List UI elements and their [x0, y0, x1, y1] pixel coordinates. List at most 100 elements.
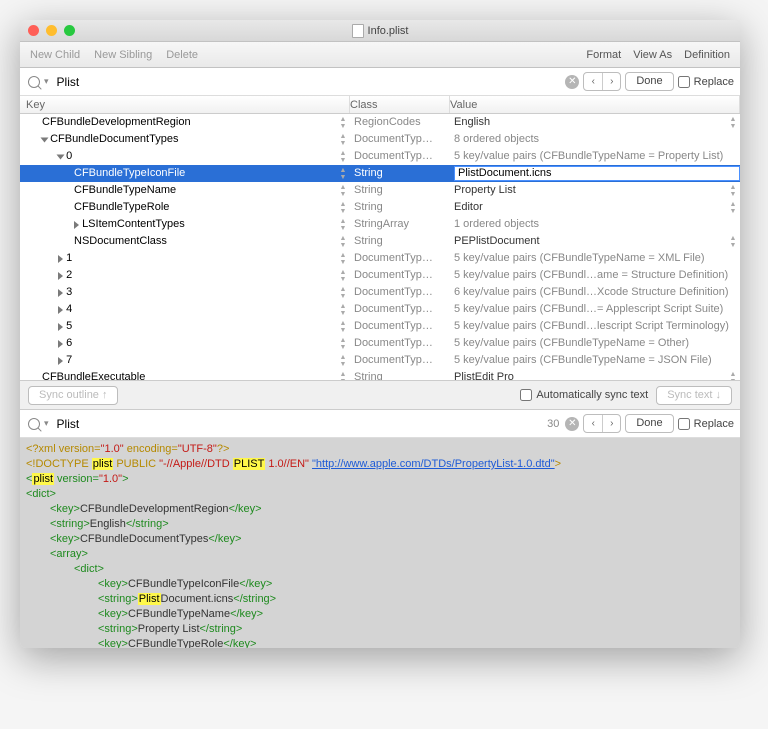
disclosure-triangle-icon[interactable] — [58, 340, 63, 348]
format-button[interactable]: Format — [586, 49, 621, 61]
clear-search-icon[interactable]: ✕ — [565, 75, 579, 89]
table-row[interactable]: CFBundleDevelopmentRegion▲▼RegionCodesEn… — [20, 114, 740, 131]
table-row[interactable]: 2▲▼DocumentTyp…5 key/value pairs (CFBund… — [20, 267, 740, 284]
table-row[interactable]: 1▲▼DocumentTyp…5 key/value pairs (CFBund… — [20, 250, 740, 267]
document-icon — [352, 24, 364, 38]
table-row[interactable]: CFBundleExecutable▲▼StringPlistEdit Pro▲… — [20, 369, 740, 380]
row-value[interactable]: Editor▲▼ — [450, 199, 740, 216]
row-value[interactable]: PlistDocument.icns — [450, 165, 740, 182]
row-value[interactable]: Property List▲▼ — [450, 182, 740, 199]
table-row[interactable]: CFBundleDocumentTypes▲▼DocumentTyp…8 ord… — [20, 131, 740, 148]
table-row[interactable]: 0▲▼DocumentTyp…5 key/value pairs (CFBund… — [20, 148, 740, 165]
sync-text-button[interactable]: Sync text ↓ — [656, 386, 732, 405]
table-row[interactable]: 5▲▼DocumentTyp…5 key/value pairs (CFBund… — [20, 318, 740, 335]
titlebar[interactable]: Info.plist — [20, 20, 740, 42]
view-as-button[interactable]: View As — [633, 49, 672, 61]
row-value[interactable]: PEPlistDocument▲▼ — [450, 233, 740, 250]
row-value[interactable]: 5 key/value pairs (CFBundl…lescript Scri… — [450, 318, 740, 335]
row-key: 7 — [66, 352, 72, 369]
disclosure-triangle-icon[interactable] — [41, 137, 49, 142]
row-value[interactable]: 5 key/value pairs (CFBundl…ame = Structu… — [450, 267, 740, 284]
table-row[interactable]: NSDocumentClass▲▼StringPEPlistDocument▲▼ — [20, 233, 740, 250]
disclosure-triangle-icon[interactable] — [58, 306, 63, 314]
row-value[interactable]: 5 key/value pairs (CFBundleTypeName = JS… — [450, 352, 740, 369]
type-stepper-icon[interactable]: ▲▼ — [338, 269, 348, 283]
type-stepper-icon[interactable]: ▲▼ — [338, 286, 348, 300]
value-stepper-icon[interactable]: ▲▼ — [728, 235, 738, 249]
search-input[interactable] — [55, 73, 562, 91]
outline-view[interactable]: CFBundleDevelopmentRegion▲▼RegionCodesEn… — [20, 114, 740, 380]
type-stepper-icon[interactable]: ▲▼ — [338, 167, 348, 181]
sync-outline-button[interactable]: Sync outline ↑ — [28, 386, 118, 405]
replace-checkbox[interactable]: Replace — [678, 76, 734, 88]
auto-sync-checkbox[interactable]: Automatically sync text — [520, 389, 648, 401]
type-stepper-icon[interactable]: ▲▼ — [338, 337, 348, 351]
table-row[interactable]: 4▲▼DocumentTyp…5 key/value pairs (CFBund… — [20, 301, 740, 318]
table-row[interactable]: LSItemContentTypes▲▼StringArray1 ordered… — [20, 216, 740, 233]
row-value[interactable]: 5 key/value pairs (CFBundl…= Applescript… — [450, 301, 740, 318]
type-stepper-icon[interactable]: ▲▼ — [338, 235, 348, 249]
next-result-button[interactable]: › — [602, 73, 620, 90]
prev-result-button[interactable]: ‹ — [584, 73, 602, 90]
row-value[interactable]: 6 key/value pairs (CFBundl…Xcode Structu… — [450, 284, 740, 301]
type-stepper-icon[interactable]: ▲▼ — [338, 320, 348, 334]
row-class: String — [350, 165, 450, 182]
delete-button[interactable]: Delete — [166, 49, 198, 61]
search-menu-chevron-icon[interactable]: ▾ — [44, 418, 49, 429]
type-stepper-icon[interactable]: ▲▼ — [338, 116, 348, 130]
table-row[interactable]: 7▲▼DocumentTyp…5 key/value pairs (CFBund… — [20, 352, 740, 369]
type-stepper-icon[interactable]: ▲▼ — [338, 371, 348, 381]
value-stepper-icon[interactable]: ▲▼ — [728, 184, 738, 198]
disclosure-triangle-icon[interactable] — [58, 289, 63, 297]
search-bar-bottom: ▾ 30 ✕ ‹ › Done Replace — [20, 410, 740, 438]
disclosure-triangle-icon[interactable] — [58, 272, 63, 280]
type-stepper-icon[interactable]: ▲▼ — [338, 354, 348, 368]
disclosure-triangle-icon[interactable] — [58, 255, 63, 263]
disclosure-triangle-icon[interactable] — [74, 221, 79, 229]
table-row[interactable]: CFBundleTypeName▲▼StringProperty List▲▼ — [20, 182, 740, 199]
row-value[interactable]: English▲▼ — [450, 114, 740, 131]
replace-checkbox[interactable]: Replace — [678, 418, 734, 430]
type-stepper-icon[interactable]: ▲▼ — [338, 150, 348, 164]
value-stepper-icon[interactable]: ▲▼ — [728, 201, 738, 215]
table-row[interactable]: 3▲▼DocumentTyp…6 key/value pairs (CFBund… — [20, 284, 740, 301]
type-stepper-icon[interactable]: ▲▼ — [338, 201, 348, 215]
type-stepper-icon[interactable]: ▲▼ — [338, 184, 348, 198]
disclosure-triangle-icon[interactable] — [58, 323, 63, 331]
row-value[interactable]: 5 key/value pairs (CFBundleTypeName = Ot… — [450, 335, 740, 352]
type-stepper-icon[interactable]: ▲▼ — [338, 303, 348, 317]
xml-editor[interactable]: <?xml version="1.0" encoding="UTF-8"?> <… — [20, 438, 740, 648]
done-button[interactable]: Done — [625, 72, 673, 91]
type-stepper-icon[interactable]: ▲▼ — [338, 133, 348, 147]
row-value[interactable]: 5 key/value pairs (CFBundleTypeName = XM… — [450, 250, 740, 267]
definition-button[interactable]: Definition — [684, 49, 730, 61]
toolbar: New Child New Sibling Delete Format View… — [20, 42, 740, 68]
value-stepper-icon[interactable]: ▲▼ — [728, 371, 738, 381]
col-key[interactable]: Key — [20, 96, 350, 113]
disclosure-triangle-icon[interactable] — [57, 154, 65, 159]
col-class[interactable]: Class — [350, 96, 450, 113]
row-value[interactable]: PlistEdit Pro▲▼ — [450, 369, 740, 380]
row-value[interactable]: 5 key/value pairs (CFBundleTypeName = Pr… — [450, 148, 740, 165]
row-class: StringArray — [350, 216, 450, 233]
search-input-bottom[interactable] — [55, 415, 544, 433]
new-sibling-button[interactable]: New Sibling — [94, 49, 152, 61]
row-key: NSDocumentClass — [74, 233, 167, 250]
clear-search-icon[interactable]: ✕ — [565, 417, 579, 431]
table-row[interactable]: 6▲▼DocumentTyp…5 key/value pairs (CFBund… — [20, 335, 740, 352]
type-stepper-icon[interactable]: ▲▼ — [338, 218, 348, 232]
table-row[interactable]: CFBundleTypeRole▲▼StringEditor▲▼ — [20, 199, 740, 216]
table-row[interactable]: CFBundleTypeIconFile▲▼StringPlistDocumen… — [20, 165, 740, 182]
disclosure-triangle-icon[interactable] — [58, 357, 63, 365]
value-stepper-icon[interactable]: ▲▼ — [728, 116, 738, 130]
type-stepper-icon[interactable]: ▲▼ — [338, 252, 348, 266]
new-child-button[interactable]: New Child — [30, 49, 80, 61]
row-class: String — [350, 233, 450, 250]
done-button[interactable]: Done — [625, 414, 673, 433]
col-value[interactable]: Value — [450, 96, 740, 113]
next-result-button[interactable]: › — [602, 415, 620, 432]
row-value[interactable]: 8 ordered objects — [450, 131, 740, 148]
search-menu-chevron-icon[interactable]: ▾ — [44, 76, 49, 87]
prev-result-button[interactable]: ‹ — [584, 415, 602, 432]
row-value[interactable]: 1 ordered objects — [450, 216, 740, 233]
